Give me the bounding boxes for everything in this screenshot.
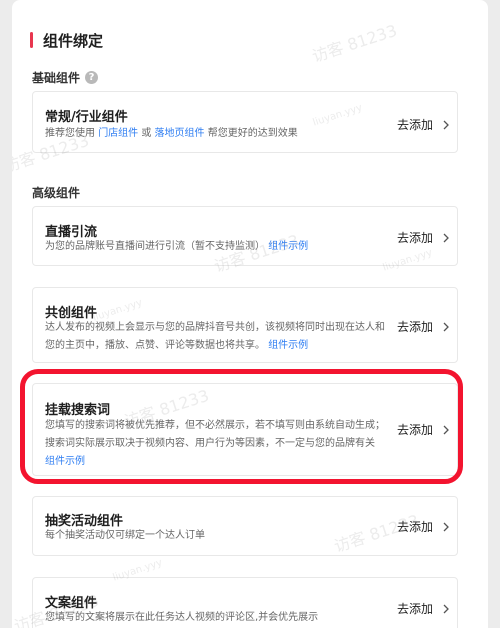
chevron-right-icon	[443, 522, 449, 531]
card-search-word: 挂载搜索词 您填写的搜索词将被优先推荐，但不必然展示，若不填写则由系统自动生成；…	[32, 383, 458, 476]
add-button-search[interactable]: 去添加	[397, 421, 453, 438]
example-link[interactable]: 组件示例	[45, 456, 85, 467]
card-lottery: 抽奖活动组件 每个抽奖活动仅可绑定一个达人订单 去添加	[32, 496, 458, 556]
add-button-copywriting[interactable]: 去添加	[397, 600, 453, 617]
chevron-right-icon	[443, 322, 449, 331]
card-live-traffic: 直播引流 为您的品牌账号直播间进行引流（暂不支持监测） 组件示例 去添加	[32, 206, 458, 266]
basic-group-label-text: 基础组件	[32, 71, 81, 85]
card-basic-industry: 常规/行业组件 推荐您使用 门店组件 或 落地页组件 帮您更好的达到效果 去添加	[32, 91, 458, 153]
card-title: 挂载搜索词	[45, 403, 111, 418]
card-desc: 您填写的文案将展示在此任务达人视频的评论区,并会优先展示	[45, 612, 319, 623]
card-desc: 达人发布的视频上会显示与您的品牌抖音号共创，该视频将同时出现在达人和您的主页中，…	[45, 322, 385, 351]
component-binding-panel: 组件绑定 基础组件 ? 常规/行业组件 推荐您使用 门店组件 或 落地页组件 帮…	[12, 0, 488, 628]
landing-page-component-link[interactable]: 落地页组件	[155, 128, 205, 139]
section-title: 组件绑定	[30, 31, 104, 50]
card-desc: 推荐您使用 门店组件 或 落地页组件 帮您更好的达到效果	[45, 128, 298, 139]
watermark: 访客 81233	[309, 20, 400, 67]
example-link[interactable]: 组件示例	[268, 241, 308, 252]
basic-group-label: 基础组件 ?	[32, 69, 99, 86]
card-desc: 每个抽奖活动仅可绑定一个达人订单	[45, 530, 205, 541]
section-title-text: 组件绑定	[43, 31, 104, 50]
add-button-cocreate[interactable]: 去添加	[397, 318, 453, 335]
card-desc: 为您的品牌账号直播间进行引流（暂不支持监测） 组件示例	[45, 241, 309, 252]
add-button-basic[interactable]: 去添加	[397, 116, 453, 133]
card-desc: 您填写的搜索词将被优先推荐，但不必然展示，若不填写则由系统自动生成；搜索词实际展…	[45, 420, 385, 467]
advanced-group-label-text: 高级组件	[32, 186, 81, 200]
chevron-right-icon	[443, 120, 449, 129]
advanced-group-label: 高级组件	[32, 184, 80, 201]
card-cocreate: 共创组件 达人发布的视频上会显示与您的品牌抖音号共创，该视频将同时出现在达人和您…	[32, 287, 458, 363]
chevron-right-icon	[443, 425, 449, 434]
store-component-link[interactable]: 门店组件	[98, 128, 138, 139]
chevron-right-icon	[443, 604, 449, 613]
help-icon[interactable]: ?	[85, 71, 99, 84]
example-link[interactable]: 组件示例	[268, 340, 308, 351]
add-button-live[interactable]: 去添加	[397, 229, 453, 246]
card-title: 常规/行业组件	[45, 110, 128, 125]
accent-bar	[30, 32, 33, 48]
chevron-right-icon	[443, 233, 449, 242]
add-button-lottery[interactable]: 去添加	[397, 518, 453, 535]
card-copywriting: 文案组件 您填写的文案将展示在此任务达人视频的评论区,并会优先展示 去添加	[32, 577, 458, 628]
